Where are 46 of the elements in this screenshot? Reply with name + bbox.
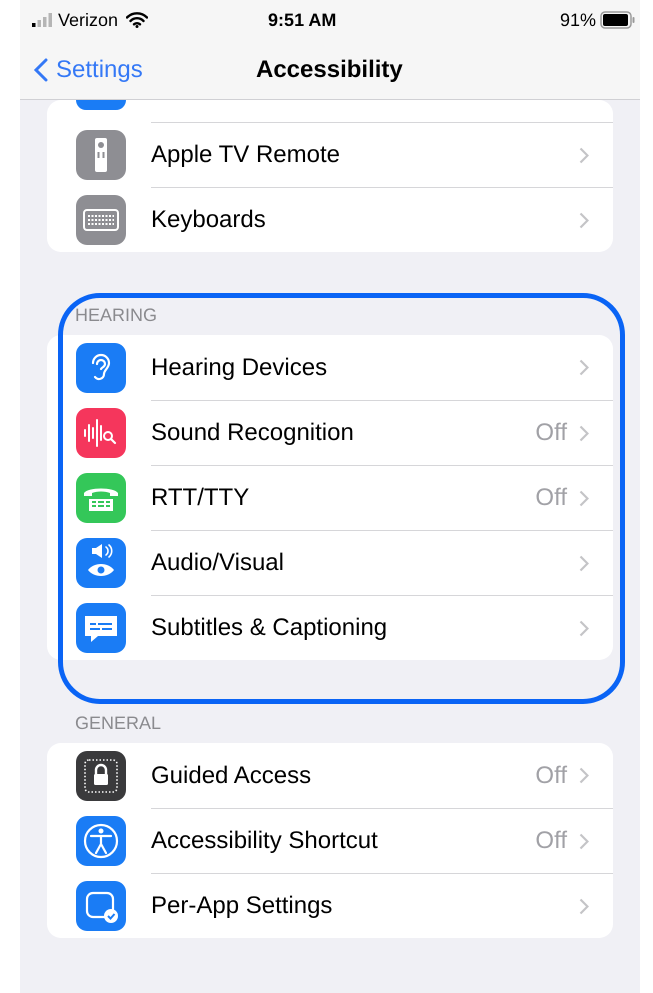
setting-label[interactable]: Keyboards — [151, 202, 579, 238]
wifi-icon — [126, 12, 148, 28]
setting-label[interactable]: Per-App Settings — [151, 888, 579, 924]
setting-label[interactable]: Accessibility Shortcut — [151, 823, 536, 859]
signal-icon — [32, 13, 54, 27]
setting-value: Off — [535, 826, 567, 856]
speaker-eye-icon — [88, 544, 114, 576]
setting-value: Off — [535, 483, 567, 513]
setting-icon — [76, 100, 126, 110]
section-header: GENERAL — [74, 712, 162, 731]
chevron-icon — [579, 359, 589, 376]
battery-icon — [600, 11, 636, 29]
chevron-icon — [579, 832, 589, 850]
app-check-icon — [86, 891, 118, 922]
chevron-icon — [579, 490, 589, 506]
setting-label[interactable]: Guided Access — [151, 758, 536, 794]
tty-phone-icon — [84, 488, 118, 510]
carrier-name: Verizon — [58, 8, 118, 32]
caption-bubble-icon — [85, 616, 117, 642]
setting-label[interactable]: Sound Recognition — [151, 415, 536, 451]
battery-percent: 91% — [560, 8, 596, 32]
chevron-icon — [579, 620, 589, 636]
setting-label[interactable]: Apple TV Remote — [151, 137, 579, 173]
remote-icon — [95, 138, 107, 172]
lock-icon — [84, 758, 118, 792]
back-button[interactable]: Settings — [20, 52, 143, 88]
setting-value: Off — [535, 760, 567, 790]
back-chevron-icon — [34, 58, 48, 82]
chevron-icon — [579, 767, 589, 784]
setting-label[interactable]: Audio/Visual — [151, 545, 579, 581]
keyboard-icon — [83, 208, 119, 230]
chevron-icon — [579, 424, 589, 442]
waveform-icon — [84, 418, 116, 446]
setting-label[interactable]: RTT/TTY — [151, 480, 536, 516]
setting-label[interactable]: Hearing Devices — [151, 350, 579, 386]
chevron-icon — [579, 554, 589, 572]
section-header: HEARING — [74, 304, 158, 323]
ear-icon — [92, 353, 110, 380]
chevron-icon — [579, 146, 589, 164]
chevron-icon — [579, 898, 589, 914]
setting-value: Off — [535, 418, 567, 448]
chevron-icon — [579, 212, 589, 228]
setting-label[interactable]: Subtitles & Captioning — [151, 610, 579, 646]
accessibility-icon — [84, 823, 118, 858]
page-title: Accessibility — [256, 54, 403, 84]
status-time: 9:51 AM — [268, 8, 336, 32]
